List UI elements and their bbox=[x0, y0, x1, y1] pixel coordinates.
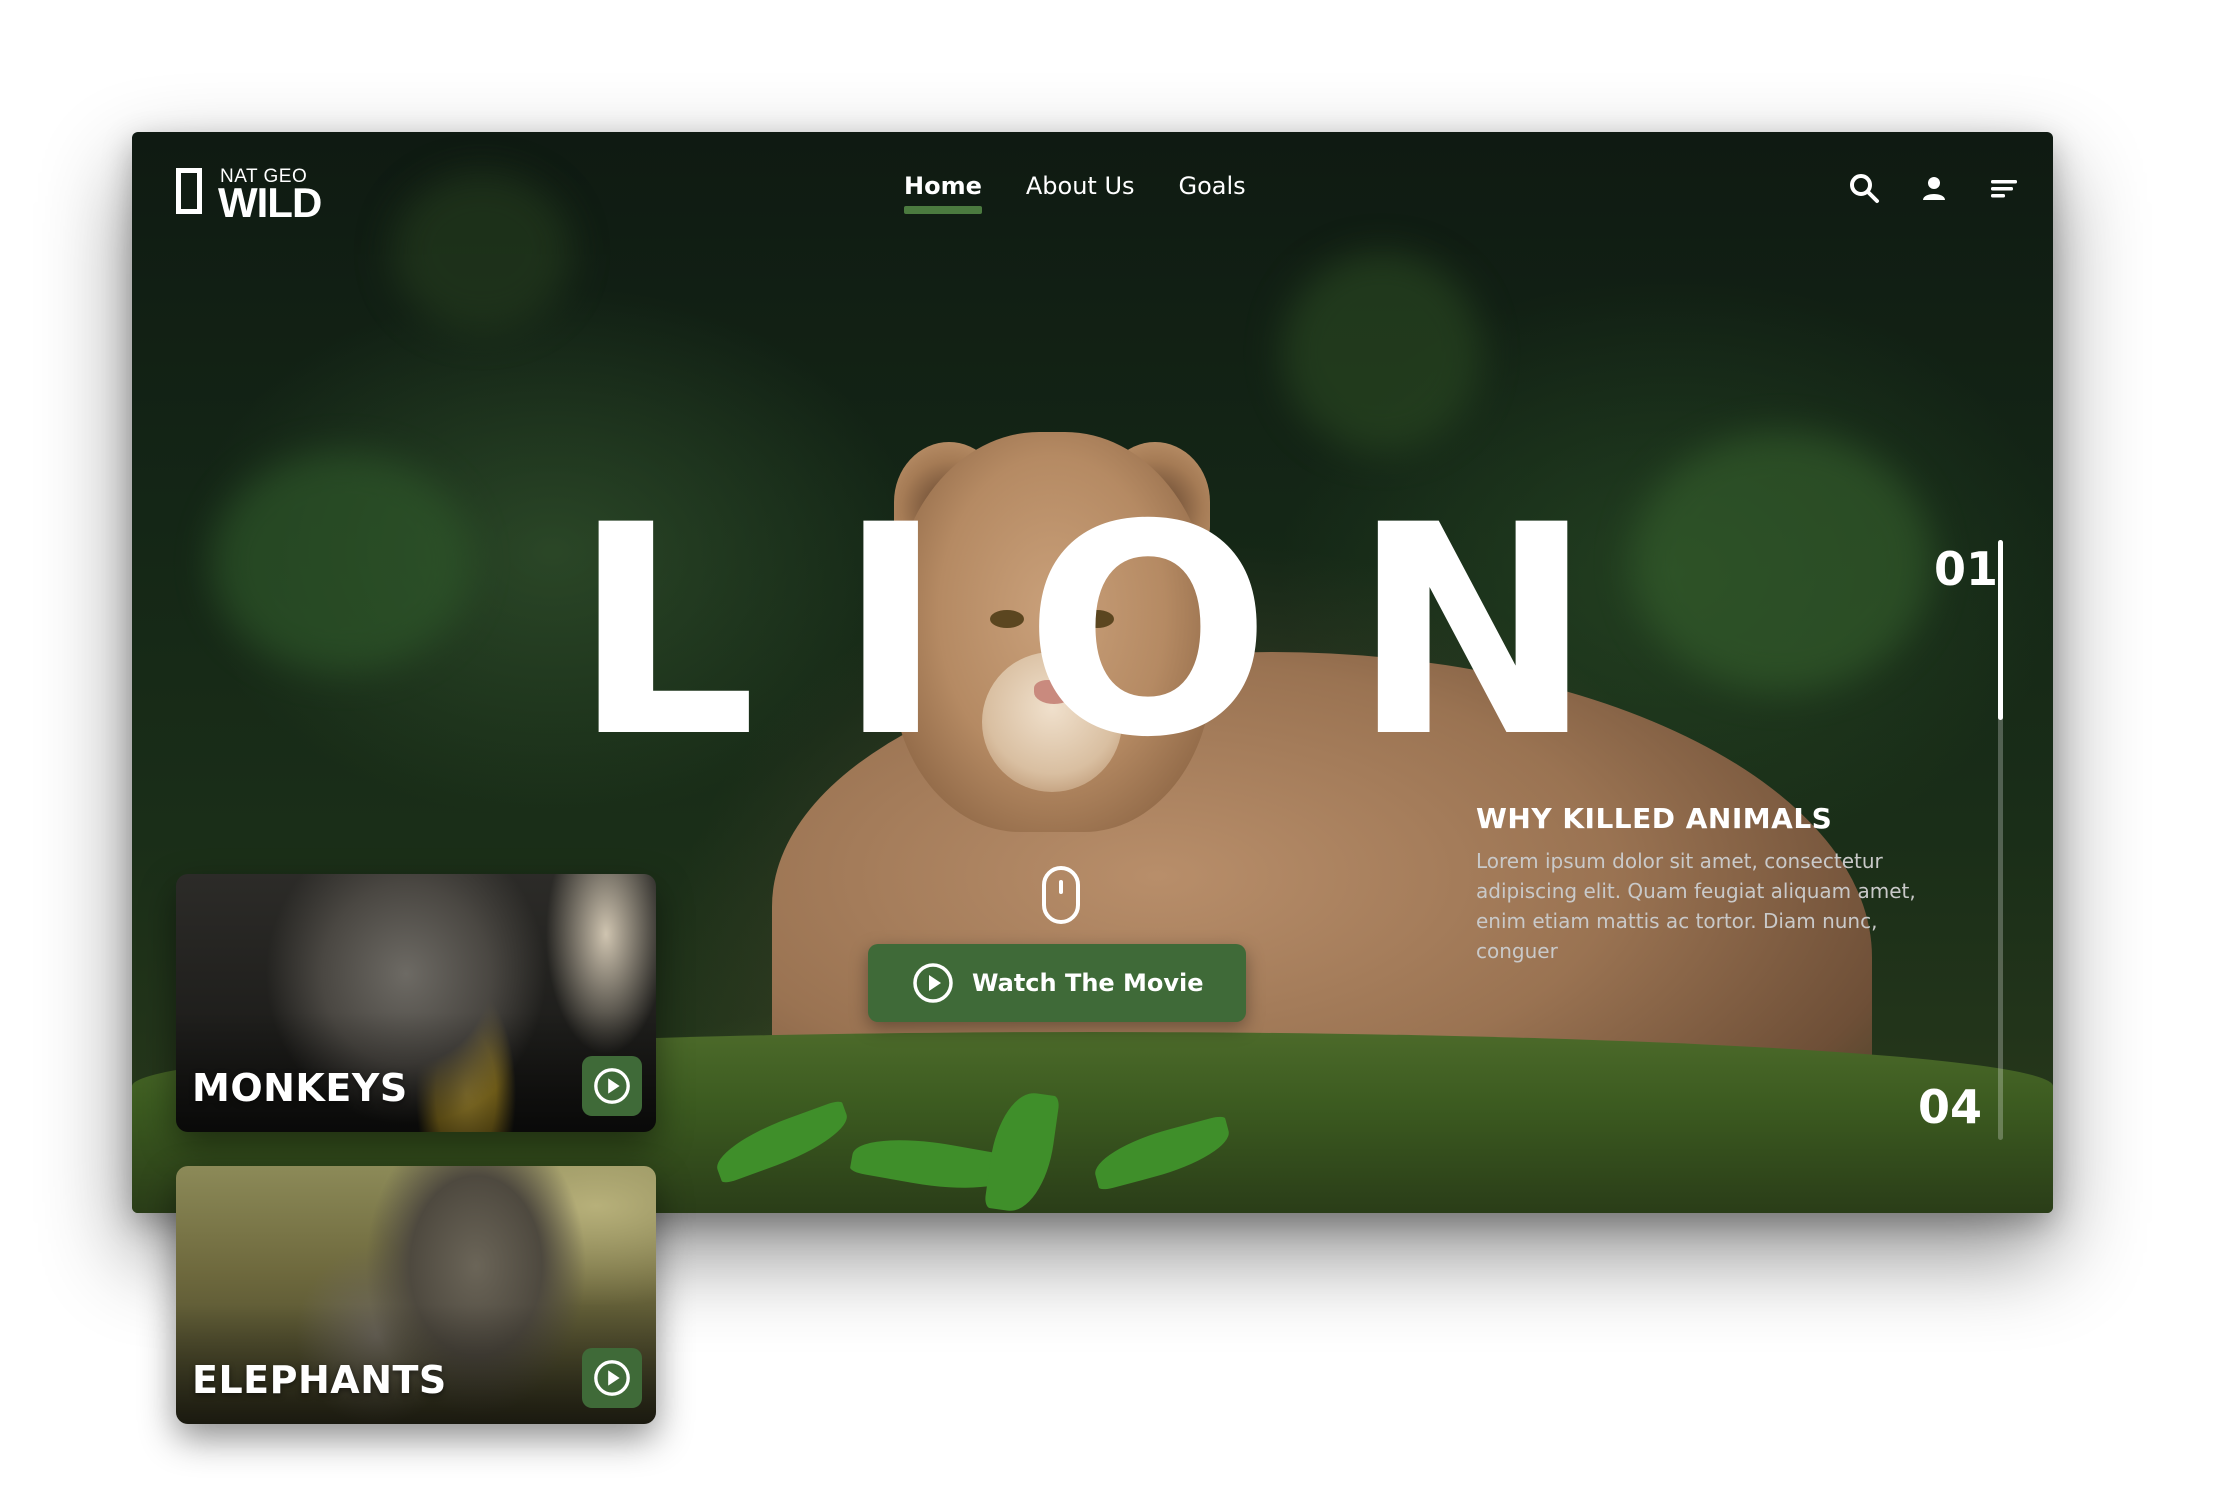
foliage-blob bbox=[1632, 432, 1932, 692]
watch-movie-label: Watch The Movie bbox=[972, 969, 1204, 997]
slide-current: 01 bbox=[1934, 542, 1999, 596]
card-elephants[interactable]: ELEPHANTS bbox=[176, 1166, 656, 1424]
foliage-blob bbox=[392, 172, 572, 332]
search-icon[interactable] bbox=[1848, 172, 1880, 204]
nav-goals[interactable]: Goals bbox=[1179, 172, 1246, 214]
info-text: Lorem ipsum dolor sit amet, consectetur … bbox=[1476, 849, 1916, 963]
mouse-icon bbox=[1042, 866, 1080, 924]
play-icon bbox=[913, 963, 953, 1003]
main-nav: Home About Us Goals bbox=[904, 172, 1246, 214]
card-play-button[interactable] bbox=[582, 1056, 642, 1116]
foliage-blob bbox=[212, 452, 472, 672]
header-actions bbox=[1848, 172, 2020, 204]
hero-title: LION bbox=[572, 488, 1674, 778]
slide-progress-track[interactable] bbox=[1998, 540, 2003, 1140]
slide-progress-fill bbox=[1998, 540, 2003, 720]
card-monkeys[interactable]: MONKEYS bbox=[176, 874, 656, 1132]
hero-title-text: LION bbox=[572, 464, 1674, 801]
logo-rectangle-icon bbox=[176, 168, 202, 214]
foliage-blob bbox=[1282, 252, 1482, 452]
user-icon[interactable] bbox=[1918, 172, 1950, 204]
logo-line2: WILD bbox=[218, 179, 322, 226]
menu-icon[interactable] bbox=[1988, 172, 2020, 204]
nav-about-us[interactable]: About Us bbox=[1026, 172, 1135, 214]
card-title: MONKEYS bbox=[192, 1066, 408, 1110]
nav-home[interactable]: Home bbox=[904, 172, 982, 214]
play-icon bbox=[594, 1360, 630, 1396]
card-title: ELEPHANTS bbox=[192, 1358, 447, 1402]
slide-total: 04 bbox=[1918, 1080, 1983, 1134]
play-icon bbox=[594, 1068, 630, 1104]
card-play-button[interactable] bbox=[582, 1348, 642, 1408]
info-title: WHY KILLED ANIMALS bbox=[1476, 802, 1833, 835]
watch-movie-button[interactable]: Watch The Movie bbox=[868, 944, 1246, 1022]
brand-logo[interactable]: NAT GEO WILD bbox=[176, 166, 336, 226]
